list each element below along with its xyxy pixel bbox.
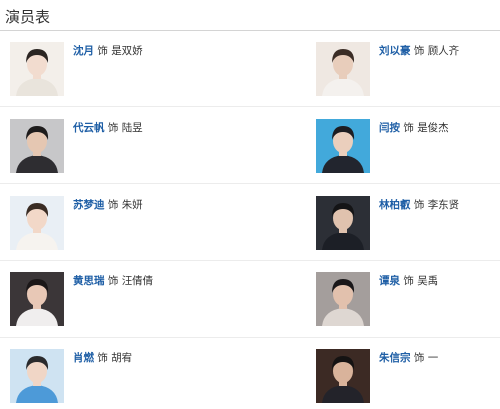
as-label: 饰 xyxy=(107,199,119,211)
as-label: 饰 xyxy=(107,275,119,287)
actor-name-link[interactable]: 刘以豪 xyxy=(379,45,411,57)
cast-credit: 谭泉 饰 吴禹 xyxy=(379,273,438,288)
cast-item: 闫按 饰 是俊杰 xyxy=(316,119,500,175)
actor-photo[interactable] xyxy=(10,272,64,326)
actor-name-link[interactable]: 代云帆 xyxy=(73,122,105,134)
actor-name-link[interactable]: 朱信宗 xyxy=(379,352,411,364)
row-divider xyxy=(0,106,500,107)
cast-item: 代云帆 饰 陆昱 xyxy=(10,119,250,175)
row-divider xyxy=(0,183,500,184)
actor-name-link[interactable]: 苏梦迪 xyxy=(73,199,105,211)
actor-name-link[interactable]: 谭泉 xyxy=(379,275,400,287)
actor-photo[interactable] xyxy=(316,272,370,326)
role-name: 胡宥 xyxy=(111,352,133,364)
actor-photo[interactable] xyxy=(10,349,64,403)
actor-photo[interactable] xyxy=(316,119,370,173)
role-name: 顾人齐 xyxy=(427,45,460,57)
cast-item: 沈月 饰 是双娇 xyxy=(10,42,250,98)
as-label: 饰 xyxy=(97,352,108,364)
role-name: 一 xyxy=(427,352,439,364)
cast-credit: 苏梦迪 饰 朱妍 xyxy=(73,197,143,212)
cast-credit: 代云帆 饰 陆昱 xyxy=(73,120,143,135)
role-name: 是俊杰 xyxy=(417,122,449,134)
as-label: 饰 xyxy=(413,45,425,57)
actor-photo[interactable] xyxy=(316,196,370,250)
role-name: 汪倩倩 xyxy=(121,275,154,287)
cast-credit: 朱信宗 饰 一 xyxy=(379,350,438,365)
cast-credit: 闫按 饰 是俊杰 xyxy=(379,120,449,135)
actor-photo[interactable] xyxy=(10,119,64,173)
actor-name-link[interactable]: 闫按 xyxy=(379,122,400,134)
role-name: 吴禹 xyxy=(417,275,439,287)
cast-credit: 沈月 饰 是双娇 xyxy=(73,43,143,58)
cast-credit: 刘以豪 饰 顾人齐 xyxy=(379,43,459,58)
as-label: 饰 xyxy=(107,122,119,134)
cast-credit: 黄思瑞 饰 汪倩倩 xyxy=(73,273,153,288)
cast-item: 肖燃 饰 胡宥 xyxy=(10,349,250,405)
row-divider xyxy=(0,260,500,261)
as-label: 饰 xyxy=(413,352,425,364)
as-label: 饰 xyxy=(97,45,108,57)
role-name: 是双娇 xyxy=(111,45,143,57)
actor-name-link[interactable]: 沈月 xyxy=(73,45,94,57)
cast-item: 林柏叡 饰 李东贤 xyxy=(316,196,500,252)
cast-item: 苏梦迪 饰 朱妍 xyxy=(10,196,250,252)
cast-item: 黄思瑞 饰 汪倩倩 xyxy=(10,272,250,328)
actor-photo[interactable] xyxy=(316,42,370,96)
cast-item: 谭泉 饰 吴禹 xyxy=(316,272,500,328)
role-name: 陆昱 xyxy=(121,122,143,134)
as-label: 饰 xyxy=(403,122,414,134)
cast-credit: 林柏叡 饰 李东贤 xyxy=(379,197,459,212)
role-name: 朱妍 xyxy=(121,199,143,211)
actor-photo[interactable] xyxy=(10,42,64,96)
as-label: 饰 xyxy=(413,199,425,211)
actor-name-link[interactable]: 林柏叡 xyxy=(379,199,411,211)
actor-photo[interactable] xyxy=(10,196,64,250)
actor-name-link[interactable]: 黄思瑞 xyxy=(73,275,105,287)
cast-credit: 肖燃 饰 胡宥 xyxy=(73,350,132,365)
title-divider xyxy=(0,30,500,31)
as-label: 饰 xyxy=(403,275,414,287)
role-name: 李东贤 xyxy=(427,199,460,211)
cast-item: 刘以豪 饰 顾人齐 xyxy=(316,42,500,98)
cast-section-title: 演员表 xyxy=(5,8,51,26)
cast-item: 朱信宗 饰 一 xyxy=(316,349,500,405)
actor-name-link[interactable]: 肖燃 xyxy=(73,352,94,364)
row-divider xyxy=(0,337,500,338)
actor-photo[interactable] xyxy=(316,349,370,403)
